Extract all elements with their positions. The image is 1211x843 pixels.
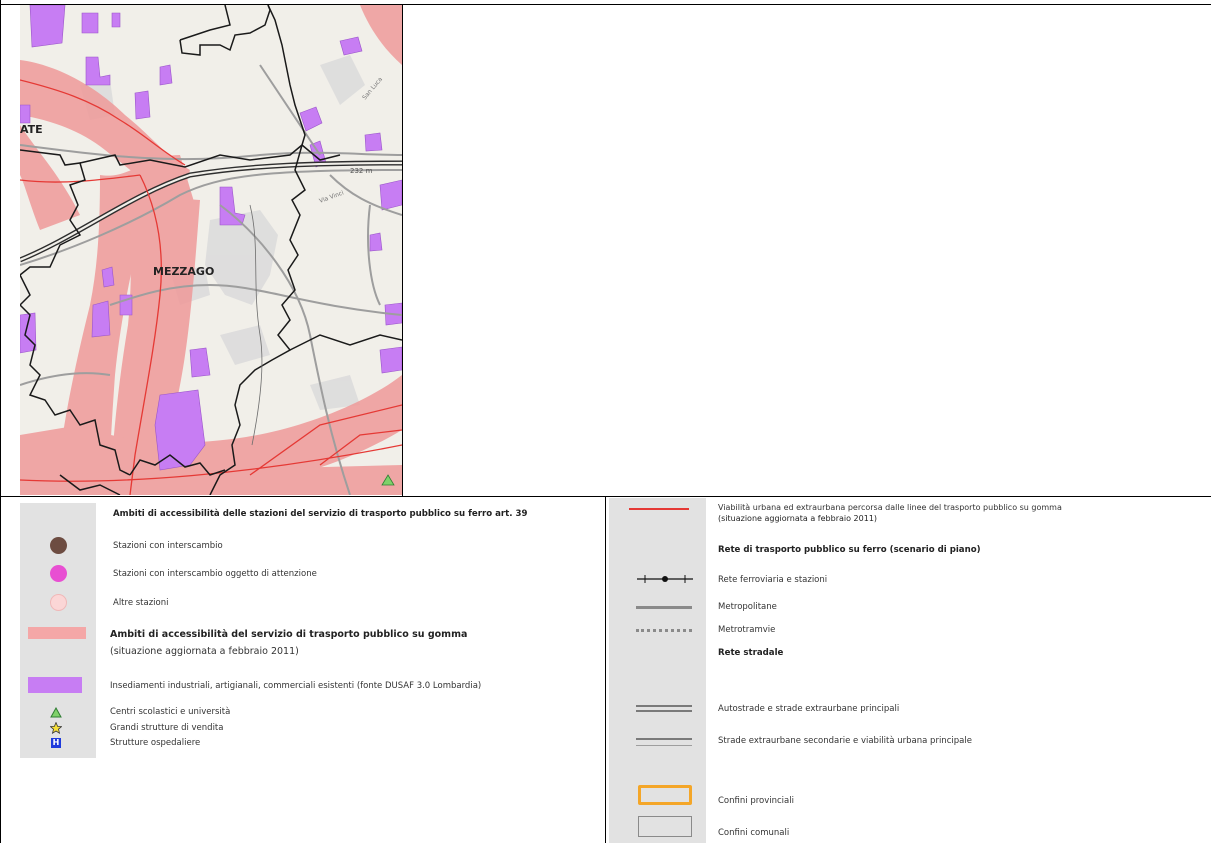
legend-bus-title: Ambiti di accessibilità del servizio di … bbox=[110, 629, 468, 640]
town-label: MEZZAGO bbox=[153, 265, 214, 278]
metro-line-icon bbox=[636, 606, 692, 609]
industrial-area-icon bbox=[28, 677, 82, 693]
legend-municipal-borders: Confini comunali bbox=[718, 828, 790, 838]
legend-bus-routes-line2: (situazione aggiornata a febbraio 2011) bbox=[718, 514, 878, 523]
hospital-icon: H bbox=[51, 738, 61, 748]
attention-station-icon bbox=[50, 565, 67, 582]
secondary-road-line-top bbox=[636, 738, 692, 740]
interchange-station-icon bbox=[50, 537, 67, 554]
legend-industrial: Insediamenti industriali, artigianali, c… bbox=[110, 681, 482, 691]
legend-road-title: Rete stradale bbox=[718, 648, 784, 658]
legend-railway: Rete ferroviaria e stazioni bbox=[718, 575, 828, 585]
legend-rail-network-title: Rete di trasporto pubblico su ferro (sce… bbox=[718, 545, 981, 555]
legend-secondary-roads: Strade extraurbane secondarie e viabilit… bbox=[718, 736, 972, 746]
bus-accessibility-band-icon bbox=[28, 627, 86, 639]
legend-other-stations: Altre stazioni bbox=[113, 598, 169, 608]
other-station-icon bbox=[50, 594, 67, 611]
map-right-border bbox=[402, 4, 403, 496]
legend-metro: Metropolitane bbox=[718, 602, 777, 612]
legend-schools: Centri scolastici e università bbox=[110, 707, 231, 717]
map-canvas: MEZZAGO ATE 232 m Via Vinci San Luca bbox=[20, 5, 402, 495]
legend-retail: Grandi strutture di vendita bbox=[110, 723, 224, 733]
legend-stations-attention: Stazioni con interscambio oggetto di att… bbox=[113, 569, 317, 579]
legend-provincial-borders: Confini provinciali bbox=[718, 796, 794, 806]
school-legend-icon bbox=[50, 707, 62, 718]
provincial-border-icon bbox=[638, 785, 692, 805]
legend-rail-title: Ambiti di accessibilità delle stazioni d… bbox=[113, 509, 528, 519]
railway-stations-icon bbox=[637, 575, 693, 583]
highway-line-top bbox=[636, 705, 692, 707]
map-view[interactable]: MEZZAGO ATE 232 m Via Vinci San Luca bbox=[20, 5, 402, 495]
legend-bus-routes-line1: Viabilità urbana ed extraurbana percorsa… bbox=[718, 503, 1062, 512]
tram-line-icon bbox=[636, 629, 692, 632]
legend-bus-subtitle: (situazione aggiornata a febbraio 2011) bbox=[110, 646, 299, 657]
legend-tram: Metrotramvie bbox=[718, 625, 776, 635]
retail-star-icon bbox=[50, 722, 62, 734]
legend-highways: Autostrade e strade extraurbane principa… bbox=[718, 704, 900, 714]
partial-town-label: ATE bbox=[20, 123, 43, 136]
legend-hospitals: Strutture ospedaliere bbox=[110, 738, 201, 748]
bus-route-line-icon bbox=[629, 508, 689, 510]
secondary-road-line-bottom bbox=[636, 745, 692, 746]
legend-divider bbox=[605, 496, 606, 843]
legend-stations-interchange: Stazioni con interscambio bbox=[113, 541, 223, 551]
highway-line-bottom bbox=[636, 710, 692, 712]
elevation-label: 232 m bbox=[350, 167, 373, 175]
municipal-border-icon bbox=[638, 816, 692, 837]
